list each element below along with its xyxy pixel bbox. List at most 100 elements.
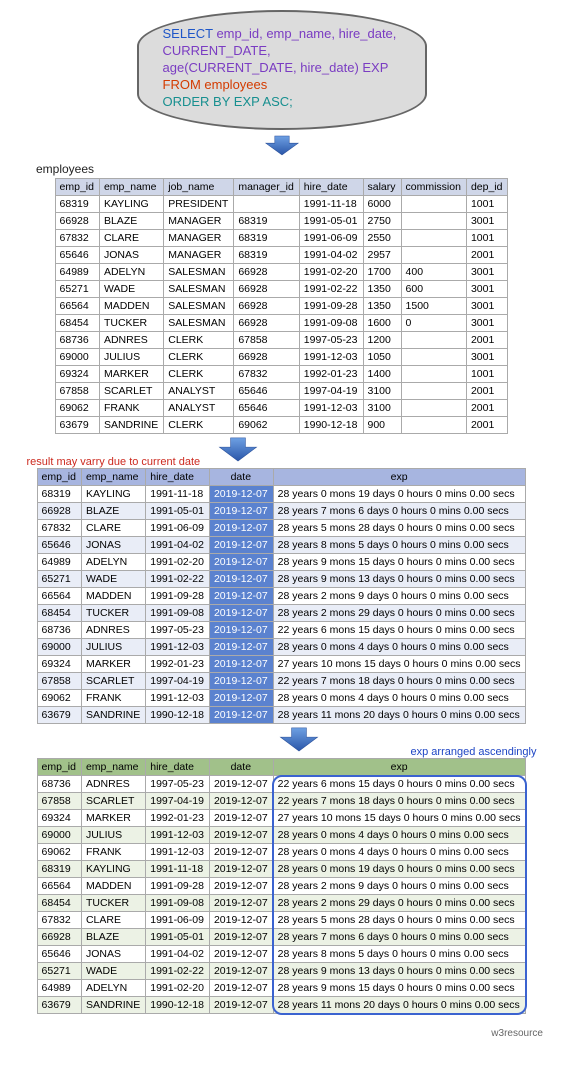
table-cell: 600 — [401, 281, 466, 298]
table-cell: 28 years 0 mons 4 days 0 hours 0 mins 0.… — [273, 844, 526, 861]
table-cell — [401, 349, 466, 366]
table-cell: 66564 — [37, 588, 81, 605]
column-header: dep_id — [466, 179, 508, 196]
table-cell: 68736 — [37, 776, 81, 793]
table-cell: 1991-11-18 — [146, 486, 210, 503]
employees-label: employees — [36, 162, 549, 176]
table-cell: 2019-12-07 — [209, 980, 273, 997]
employees-table: emp_idemp_namejob_namemanager_idhire_dat… — [55, 178, 509, 434]
table-cell: CLARE — [81, 912, 145, 929]
table-cell: CLERK — [164, 366, 234, 383]
table-cell: 2750 — [363, 213, 401, 230]
table-cell: JONAS — [81, 946, 145, 963]
table-cell: 1350 — [363, 298, 401, 315]
table-cell — [401, 417, 466, 434]
sql-from: FROM — [163, 77, 205, 92]
table-cell: 68319 — [234, 213, 299, 230]
table-cell — [401, 400, 466, 417]
table-cell: ADELYN — [81, 554, 145, 571]
table-cell: SALESMAN — [164, 264, 234, 281]
table-cell: 1991-12-03 — [146, 690, 210, 707]
table-cell: 66564 — [55, 298, 99, 315]
table-cell: ADNRES — [81, 776, 145, 793]
table-cell: 1200 — [363, 332, 401, 349]
table-cell: 68319 — [234, 230, 299, 247]
column-header: job_name — [164, 179, 234, 196]
table-cell: 68454 — [37, 605, 81, 622]
table-cell: 2019-12-07 — [209, 895, 273, 912]
table-row: 64989ADELYNSALESMAN669281991-02-20170040… — [55, 264, 508, 281]
table-cell: 28 years 11 mons 20 days 0 hours 0 mins … — [273, 707, 526, 724]
table-row: 69000JULIUS1991-12-032019-12-0728 years … — [37, 827, 526, 844]
table-cell: 66928 — [234, 298, 299, 315]
table-cell: 1991-04-02 — [299, 247, 363, 264]
table-cell: KAYLING — [81, 861, 145, 878]
table-cell: KAYLING — [81, 486, 145, 503]
table-cell: SANDRINE — [99, 417, 163, 434]
table-cell: FRANK — [81, 690, 145, 707]
table-cell: 68319 — [37, 486, 81, 503]
table-cell: 6000 — [363, 196, 401, 213]
table-cell: 1991-06-09 — [146, 912, 210, 929]
table-cell — [401, 196, 466, 213]
table-cell: CLERK — [164, 349, 234, 366]
column-header: emp_name — [81, 759, 145, 776]
table-cell: 65646 — [37, 946, 81, 963]
table-row: 63679SANDRINE1990-12-182019-12-0728 year… — [37, 997, 526, 1014]
table-cell: 2019-12-07 — [209, 673, 273, 690]
table-row: 65271WADESALESMAN669281991-02-2213506003… — [55, 281, 508, 298]
table-cell: WADE — [99, 281, 163, 298]
table-cell: 2019-12-07 — [209, 605, 273, 622]
table-cell: BLAZE — [99, 213, 163, 230]
table-cell: 68736 — [37, 622, 81, 639]
table-cell: 1997-05-23 — [299, 332, 363, 349]
table-cell: 68454 — [37, 895, 81, 912]
table-cell: 1997-05-23 — [146, 776, 210, 793]
arrow-down-icon — [264, 134, 300, 156]
table-cell: 27 years 10 mons 15 days 0 hours 0 mins … — [273, 810, 526, 827]
table-cell: 67832 — [37, 912, 81, 929]
table-cell: TUCKER — [81, 605, 145, 622]
table-cell: 1991-12-03 — [299, 400, 363, 417]
table-cell: BLAZE — [81, 929, 145, 946]
table-cell: 1991-02-20 — [146, 554, 210, 571]
table-cell: 2019-12-07 — [209, 929, 273, 946]
table-row: 67832CLARE1991-06-092019-12-0728 years 5… — [37, 520, 526, 537]
table-cell: 2001 — [466, 332, 508, 349]
table-row: 67858SCARLET1997-04-192019-12-0722 years… — [37, 673, 526, 690]
column-header: emp_name — [99, 179, 163, 196]
table-cell: 1992-01-23 — [299, 366, 363, 383]
table-cell: 1997-04-19 — [146, 793, 210, 810]
table-cell: 28 years 0 mons 19 days 0 hours 0 mins 0… — [273, 861, 526, 878]
table-cell — [401, 383, 466, 400]
table-cell: 65271 — [37, 963, 81, 980]
table-cell: 2019-12-07 — [209, 997, 273, 1014]
column-header: salary — [363, 179, 401, 196]
table-cell: 400 — [401, 264, 466, 281]
footer-credit: w3resource — [14, 1028, 549, 1039]
table-cell: 69062 — [234, 417, 299, 434]
table-cell — [401, 366, 466, 383]
note-exp-ascending: exp arranged ascendingly — [411, 746, 537, 758]
table-cell: 2019-12-07 — [209, 503, 273, 520]
table-cell: SANDRINE — [81, 997, 145, 1014]
table-row: 68736ADNRESCLERK678581997-05-2312002001 — [55, 332, 508, 349]
table-cell: ANALYST — [164, 400, 234, 417]
table-cell: BLAZE — [81, 503, 145, 520]
table-cell: 1350 — [363, 281, 401, 298]
table-cell: 67858 — [55, 383, 99, 400]
table-cell: MADDEN — [81, 588, 145, 605]
column-header: emp_id — [55, 179, 99, 196]
table-cell: 2957 — [363, 247, 401, 264]
table-cell: WADE — [81, 963, 145, 980]
table-cell: 69062 — [37, 690, 81, 707]
table-cell: 1991-02-22 — [299, 281, 363, 298]
table-cell: 69324 — [55, 366, 99, 383]
table-row: 68736ADNRES1997-05-232019-12-0722 years … — [37, 776, 526, 793]
table-cell: 69062 — [55, 400, 99, 417]
table-cell: 66928 — [37, 929, 81, 946]
table-cell: 1991-09-08 — [299, 315, 363, 332]
table-cell: 1700 — [363, 264, 401, 281]
table-cell: 28 years 5 mons 28 days 0 hours 0 mins 0… — [273, 520, 526, 537]
table-cell: 0 — [401, 315, 466, 332]
